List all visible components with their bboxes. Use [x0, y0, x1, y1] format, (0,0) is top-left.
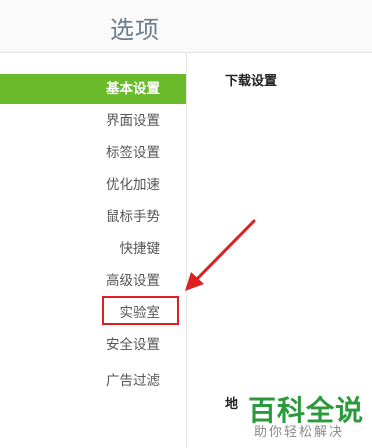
sidebar-item-mouse-gestures[interactable]: 鼠标手势 — [0, 202, 186, 232]
options-sidebar: 基本设置 界面设置 标签设置 优化加速 鼠标手势 快捷键 高级设置 实验室 安全… — [0, 53, 187, 448]
download-settings-heading: 下载设置 — [225, 74, 278, 89]
watermark-slogan: 助你轻松解决 — [254, 425, 345, 440]
sidebar-item-shortcuts[interactable]: 快捷键 — [0, 234, 186, 264]
dialog-title: 选项 — [110, 16, 160, 44]
sidebar-item-tab-settings[interactable]: 标签设置 — [0, 138, 186, 168]
lab-highlight-box — [102, 296, 179, 325]
dialog-header: 选项 — [0, 0, 372, 53]
sidebar-item-interface-settings[interactable]: 界面设置 — [0, 106, 186, 136]
sidebar-item-optimize-speed[interactable]: 优化加速 — [0, 170, 186, 200]
sidebar-item-ad-filter[interactable]: 广告过滤 — [0, 366, 186, 396]
sidebar-item-advanced-settings[interactable]: 高级设置 — [0, 266, 186, 296]
sidebar-item-basic-settings[interactable]: 基本设置 — [0, 74, 186, 104]
sidebar-item-security-settings[interactable]: 安全设置 — [0, 330, 186, 360]
watermark-logo: 百科全说 助你轻松解决 — [226, 385, 372, 448]
